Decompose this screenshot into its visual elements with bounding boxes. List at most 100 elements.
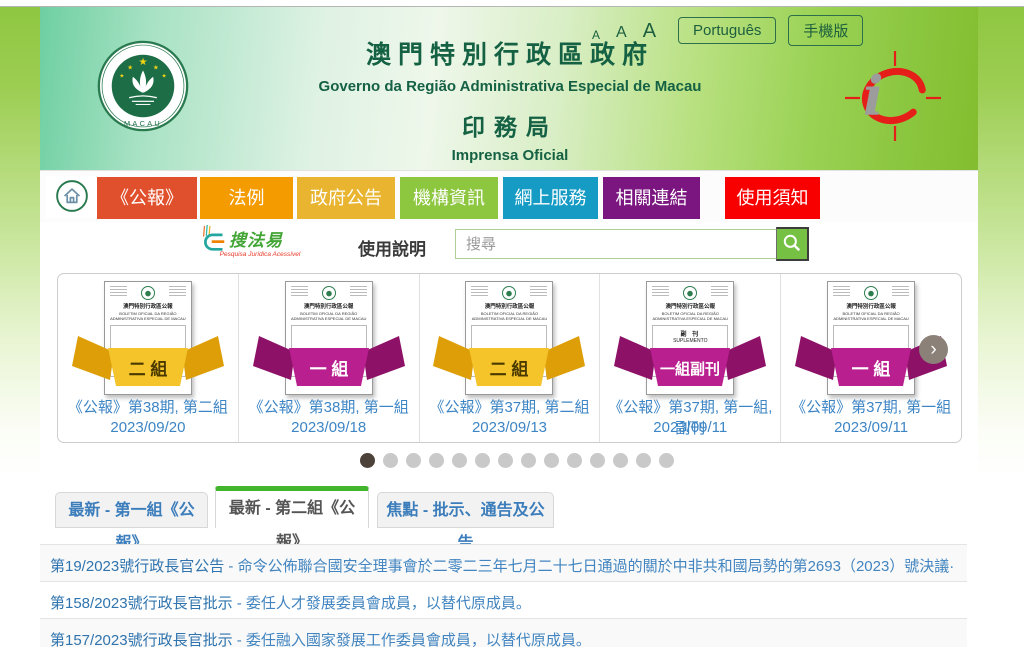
legal-search-logo-title: 搜法易 [229,226,283,251]
cover-text-lines [892,286,909,297]
ribbon-label: 一 組 [852,359,891,379]
list-item: 第19/2023號行政長官公告 - 命令公佈聯合國安全理事會於二零二三年七月二十… [40,544,967,582]
cover-emblem-icon [141,286,155,300]
ribbon-label: 二 組 [490,359,529,379]
carousel-item[interactable]: 澳門特別行政區公報BOLETIM OFICIAL DA REGIÃOADMINI… [239,274,420,442]
emblem-star-icon: ★ [162,74,167,80]
tab-focus-notices[interactable]: 焦點 - 批示、通告及公告 [377,492,554,528]
gazette-title[interactable]: 《公報》第37期, 第一組 [781,396,961,417]
carousel-item[interactable]: 澳門特別行政區公報BOLETIM OFICIAL DA REGIÃOADMINI… [420,274,601,442]
tab-latest-series1-gazette[interactable]: 最新 - 第一組《公報》 [55,492,208,528]
macau-emblem-logo[interactable]: ★ ★ ★ ★ ★ MACAU [97,40,189,132]
carousel-dot-13[interactable] [636,453,651,468]
nav-item-related-links[interactable]: 相關連結 [603,177,700,219]
cover-masthead-zh: 澳門特別行政區公報 [105,304,191,311]
carousel-dot-2[interactable] [383,453,398,468]
carousel-next-button[interactable]: › [919,335,948,364]
usage-instructions-link[interactable]: 使用說明 [358,235,426,260]
cover-text-lines [530,286,547,297]
government-title-zh: 澳門特別行政區政府 [295,35,725,71]
cover-masthead-zh: 澳門特別行政區公報 [286,304,372,311]
cover-text-lines [169,286,186,297]
cover-text-lines [110,286,127,297]
nav-item-gov-notices[interactable]: 政府公告 [297,177,395,219]
emblem-star-icon: ★ [127,64,133,71]
cover-emblem-icon [322,286,336,300]
gazette-date: 2023/09/11 [600,419,780,436]
gazette-title[interactable]: 《公報》第38期, 第一組 [239,396,419,417]
gazette-date: 2023/09/18 [239,419,419,436]
search-input[interactable] [455,229,781,259]
carousel-dot-5[interactable] [452,453,467,468]
io-logo-letter: i [863,64,884,128]
tab-latest-series2-gazette[interactable]: 最新 - 第二組《公報》 [215,486,369,528]
emblem-star-icon: ★ [119,74,124,80]
cover-text-lines [350,286,367,297]
gazette-title[interactable]: 《公報》第38期, 第二組 [58,396,238,417]
carousel-dot-10[interactable] [567,453,582,468]
carousel-item[interactable]: 澳門特別行政區公報BOLETIM OFICIAL DA REGIÃOADMINI… [58,274,239,442]
top-strip [0,0,1024,7]
gazette-date: 2023/09/11 [781,419,961,436]
gazette-item-link[interactable]: 第19/2023號行政長官公告 [50,558,224,575]
gazette-date: 2023/09/20 [58,419,238,436]
carousel-dot-9[interactable] [544,453,559,468]
search-icon [782,233,802,253]
carousel-dot-14[interactable] [659,453,674,468]
carousel-dot-8[interactable] [521,453,536,468]
bureau-title-zh: 印務局 [295,108,725,142]
group-ribbon: 二 組 [72,336,224,391]
carousel-pagination [360,453,674,468]
cover-masthead-pt: ADMINISTRATIVA ESPECIAL DE MACAU [466,316,552,321]
cover-masthead-pt: ADMINISTRATIVA ESPECIAL DE MACAU [105,316,191,321]
cover-text-lines [652,286,669,297]
group-ribbon: 一組副刊 [614,336,766,391]
list-item: 第157/2023號行政長官批示 - 委任融入國家發展工作委員會成員，以替代原成… [40,619,967,647]
nav-item-terms-of-use[interactable]: 使用須知 [725,177,820,219]
imprensa-oficial-logo: i [843,49,943,143]
carousel-dot-11[interactable] [590,453,605,468]
search-section: 搜法易 Pesquisa Jurídica Acessível 使用說明 [40,222,978,273]
home-icon [55,179,89,213]
cover-masthead-pt: ADMINISTRATIVA ESPECIAL DE MACAU [286,316,372,321]
gazette-title[interactable]: 《公報》第37期, 第二組 [420,396,600,417]
gazette-date: 2023/09/13 [420,419,600,436]
carousel-dot-4[interactable] [429,453,444,468]
cover-emblem-icon [683,286,697,300]
home-button[interactable] [46,176,98,218]
group-ribbon: 二 組 [433,336,585,391]
search-button[interactable] [776,227,809,261]
gazette-carousel: 澳門特別行政區公報BOLETIM OFICIAL DA REGIÃOADMINI… [57,273,962,443]
site-title-block: 澳門特別行政區政府 Governo da Região Administrati… [295,35,725,164]
legal-search-logo[interactable]: 搜法易 Pesquisa Jurídica Acessível [200,225,320,269]
nav-item-online-services[interactable]: 網上服務 [503,177,598,219]
emblem-macau-label: MACAU [124,119,162,128]
carousel-dot-12[interactable] [613,453,628,468]
nav-item-laws[interactable]: 法例 [200,177,293,219]
gazette-item-link[interactable]: 第157/2023號行政長官批示 [50,632,233,647]
main-navigation: 《公報》 法例 政府公告 機構資訊 網上服務 相關連結 使用須知 [40,170,978,224]
carousel-item[interactable]: 澳門特別行政區公報BOLETIM OFICIAL DA REGIÃOADMINI… [600,274,781,442]
cover-emblem-icon [502,286,516,300]
emblem-star-icon: ★ [153,64,159,71]
carousel-dot-6[interactable] [475,453,490,468]
gazette-item-description: - 命令公佈聯合國安全理事會於二零二三年七月二十七日通過的關於中非共和國局勢的第… [224,558,954,575]
cover-masthead-zh: 澳門特別行政區公報 [828,304,914,311]
carousel-dot-7[interactable] [498,453,513,468]
page: A A A Português 手機版 ★ ★ ★ ★ ★ [0,0,1024,647]
carousel-dot-1[interactable] [360,453,375,468]
ribbon-label: 二 組 [129,359,168,379]
cover-text-lines [833,286,850,297]
cover-emblem-icon [864,286,878,300]
group-ribbon: 一 組 [253,336,405,391]
gazette-item-description: - 委任融入國家發展工作委員會成員，以替代原成員。 [233,632,591,647]
nav-item-org-info[interactable]: 機構資訊 [400,177,498,219]
nav-item-gazette[interactable]: 《公報》 [97,177,197,219]
mobile-version-button[interactable]: 手機版 [788,15,863,46]
cover-text-lines [711,286,728,297]
cover-text-lines [291,286,308,297]
list-item: 第158/2023號行政長官批示 - 委任人才發展委員會成員，以替代原成員。 [40,582,967,619]
legal-search-logo-subtitle: Pesquisa Jurídica Acessível [200,251,320,258]
carousel-dot-3[interactable] [406,453,421,468]
gazette-item-link[interactable]: 第158/2023號行政長官批示 [50,595,233,612]
